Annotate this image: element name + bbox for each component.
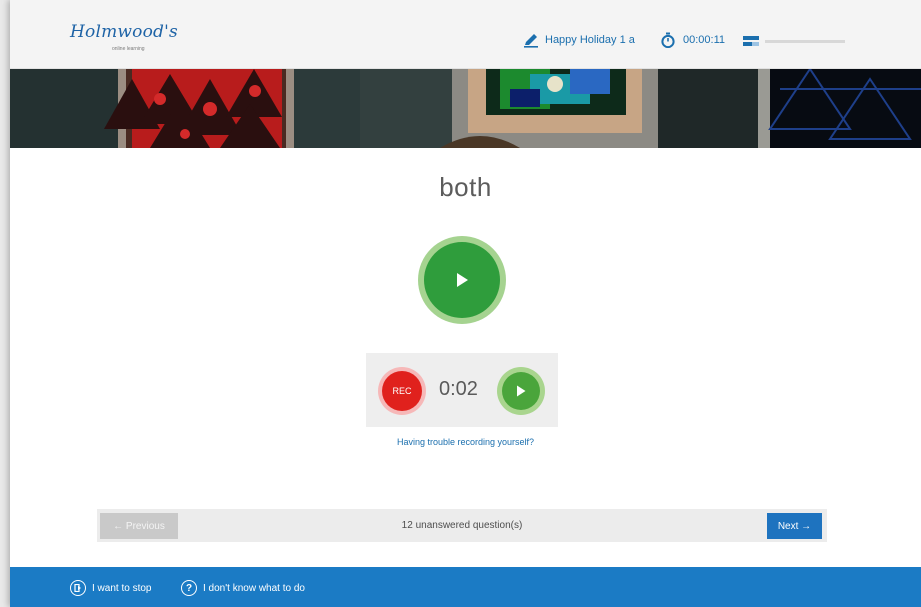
decorative-banner — [10, 69, 921, 148]
timer-value: 00:00:11 — [683, 34, 726, 46]
playback-button[interactable] — [502, 372, 540, 410]
question-navigation: ← Previous 12 unanswered question(s) Nex… — [97, 509, 827, 542]
progress-track — [765, 40, 845, 43]
play-icon — [457, 273, 468, 287]
next-button[interactable]: Next → — [767, 513, 822, 539]
logo-tagline: online learning — [112, 46, 145, 52]
footer-bar: I want to stop ? I don't know what to do — [10, 567, 921, 607]
exit-icon — [70, 580, 86, 596]
timer-indicator: 00:00:11 — [660, 32, 725, 48]
audio-play-button[interactable] — [424, 242, 500, 318]
lesson-title: Happy Holiday 1 a — [545, 34, 635, 46]
help-button[interactable]: ? I don't know what to do — [181, 580, 305, 596]
lesson-indicator: Happy Holiday 1 a — [523, 32, 635, 48]
progress-indicator — [743, 36, 845, 46]
question-mark-icon: ? — [181, 580, 197, 596]
voice-recorder: REC 0:02 — [366, 353, 558, 427]
audio-play-ring — [418, 236, 506, 324]
pencil-icon — [524, 34, 538, 48]
help-label: I don't know what to do — [203, 582, 305, 594]
app-frame: Holmwood's online learning Happy Holiday… — [10, 0, 921, 607]
question-word: both — [439, 172, 492, 202]
top-bar: Holmwood's online learning Happy Holiday… — [10, 0, 921, 69]
stopwatch-icon — [661, 32, 675, 48]
banner-artwork — [10, 69, 921, 148]
logo: Holmwood's online learning — [70, 22, 180, 58]
unanswered-count: 12 unanswered question(s) — [401, 520, 523, 531]
progress-icon — [743, 36, 759, 46]
stop-label: I want to stop — [92, 582, 152, 594]
recording-help-link[interactable]: Having trouble recording yourself? — [10, 437, 921, 447]
stop-button[interactable]: I want to stop — [70, 580, 151, 596]
logo-text: Holmwood's — [70, 22, 178, 42]
record-ring: REC — [378, 367, 426, 415]
play-icon — [517, 385, 526, 397]
record-button[interactable]: REC — [382, 371, 422, 411]
playback-ring — [497, 367, 545, 415]
recording-elapsed: 0:02 — [439, 378, 478, 400]
